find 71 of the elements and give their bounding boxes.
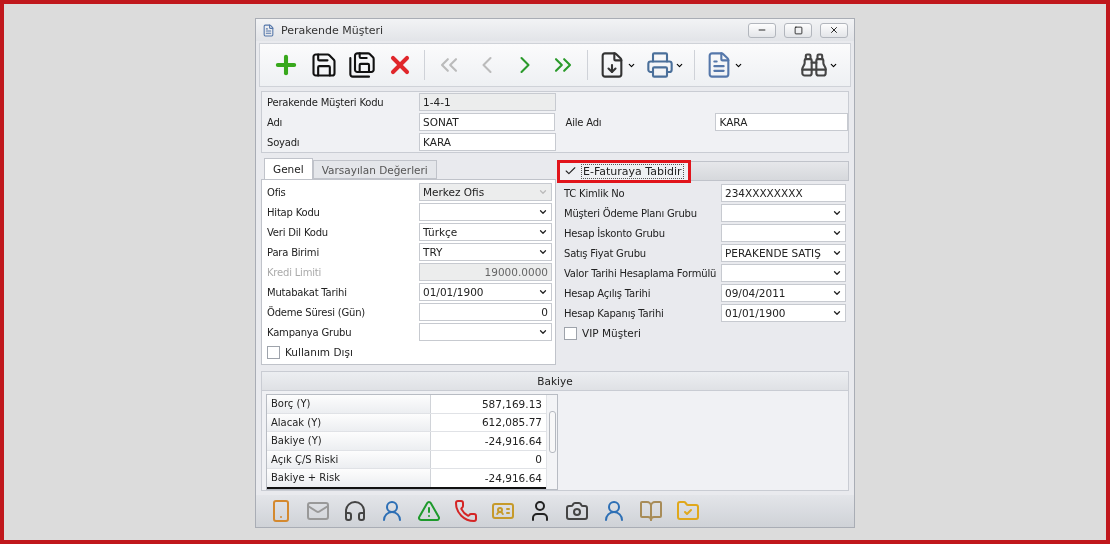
print-icon [646,51,674,79]
field-label: Ofis [266,186,287,198]
field-label: Perakende Müşteri Kodu [266,96,385,108]
maximize-button[interactable] [784,22,812,38]
field-label: Mutabakat Tarihi [266,286,348,298]
dropdown-field[interactable]: 01/01/1900 [419,283,552,301]
dropdown-field[interactable]: TRY [419,243,552,261]
checkbox-label: Kullanım Dışı [285,346,353,358]
window-title: Perakende Müşteri [281,23,385,37]
dropdown-field[interactable]: 09/04/2011 [721,284,846,302]
field-label: Kredi Limiti [266,266,323,278]
checkbox[interactable] [267,345,280,359]
binoculars-icon [800,51,828,79]
table-cell-text: 587,169.13 [480,396,543,412]
field-label: Para Birimi [266,246,320,258]
table-cell-text: -24,916.64 [483,433,543,449]
close-button[interactable] [820,22,848,38]
field-label: Valor Tarihi Hesaplama Formülü [563,267,718,279]
dropdown-field[interactable]: Merkez Ofis [419,183,552,201]
field-label: Soyadı [266,136,301,148]
dropdown-field[interactable] [721,264,846,282]
dropdown-field[interactable] [419,323,552,341]
warning-icon [417,499,441,523]
checkbox[interactable] [564,326,577,340]
close-icon [829,25,839,35]
field-label: Kampanya Grubu [266,326,353,338]
checkbox-label: E-Faturaya Tabidir [581,163,684,179]
input-field[interactable]: KARA [715,113,848,131]
input-field[interactable]: SONAT [419,113,556,131]
field-label: Müşteri Ödeme Planı Grubu [563,207,698,219]
minimize-button[interactable] [748,22,776,38]
table-cell-text: 612,085.77 [480,415,543,431]
dropdown-field[interactable] [721,204,846,222]
telephone-icon [454,499,478,523]
row-label: Borç (Y) [267,395,431,413]
input-field[interactable]: 1-4-1 [419,93,556,111]
scrollbar[interactable] [546,395,557,489]
field-label: Hesap Kapanış Tarihi [563,307,665,319]
field-label: Ödeme Süresi (Gün) [266,306,366,318]
dropdown-field[interactable]: Türkçe [419,223,552,241]
input-field[interactable]: KARA [419,133,556,151]
table-cell-text: -24,916.64 [483,470,543,486]
field-label: TC Kimlik No [563,187,626,199]
dropdown-field[interactable] [721,224,846,242]
headphones-icon [343,499,367,523]
book-icon [639,499,663,523]
envelope-icon [306,499,330,523]
folder-check-icon [676,499,700,523]
dropdown-field[interactable] [419,203,552,221]
field-label: Veri Dil Kodu [266,226,329,238]
camera-icon [565,499,589,523]
table-cell-text: 0 [534,452,543,468]
window-icon [262,23,275,37]
checkbox-label: VIP Müşteri [582,327,641,339]
tab[interactable]: Varsayılan Değerleri [312,160,437,179]
field-label: Hesap Açılış Tarihi [563,287,652,299]
field-label: Satış Fiyat Grubu [563,247,647,259]
maximize-icon [793,25,803,35]
tab[interactable]: Genel [264,158,313,179]
save-icon [310,51,338,79]
field-label: Hitap Kodu [266,206,321,218]
field-label: Aile Adı [564,116,603,128]
row-label: Bakiye (Y) [267,432,431,450]
input-field[interactable]: 234XXXXXXXX [721,184,846,202]
input-field[interactable]: 0 [419,303,552,321]
dropdown-field[interactable]: 01/01/1900 [721,304,846,322]
dropdown-field[interactable]: PERAKENDE SATIŞ [721,244,846,262]
field-label: Adı [266,116,284,128]
panel-title: Bakiye [537,375,573,387]
row-label: Bakiye + Risk [267,469,431,487]
field-label: Hesap İskonto Grubu [563,227,666,239]
